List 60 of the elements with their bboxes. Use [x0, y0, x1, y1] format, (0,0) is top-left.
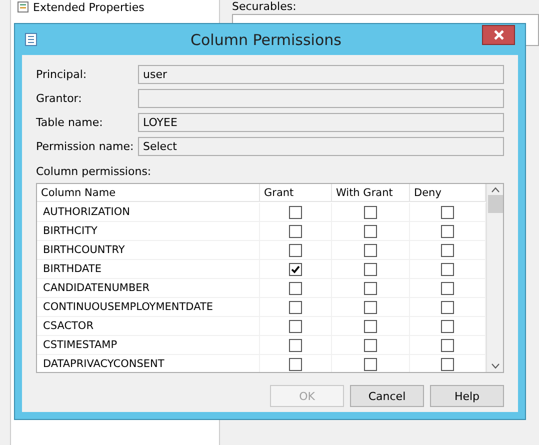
checkbox[interactable]: [441, 206, 454, 218]
read-only-field[interactable]: LOYEE: [138, 113, 504, 132]
checkbox[interactable]: [441, 244, 454, 256]
checkbox[interactable]: [441, 320, 454, 332]
table-cell: BIRTHCITY: [37, 222, 260, 241]
scroll-down-icon[interactable]: [490, 363, 500, 369]
checkbox[interactable]: [364, 206, 377, 218]
checkbox[interactable]: [289, 300, 302, 314]
checkbox[interactable]: [441, 358, 454, 370]
table-cell: CSACTOR: [37, 317, 260, 336]
close-icon: [494, 30, 504, 40]
field-label: Permission name:: [36, 140, 135, 153]
dialog-button[interactable]: Cancel: [350, 385, 424, 407]
checkbox[interactable]: [364, 244, 377, 256]
checkbox[interactable]: [364, 320, 377, 332]
column-header[interactable]: Grant: [260, 184, 332, 202]
table-cell: BIRTHDATE: [37, 260, 260, 279]
table-cell: CONTINUOUSEMPLOYMENTDATE: [37, 298, 260, 317]
checkbox[interactable]: [441, 282, 454, 294]
sidebar-item[interactable]: Extended Properties: [33, 0, 144, 14]
scrollbar[interactable]: [486, 184, 503, 372]
checkbox[interactable]: [441, 262, 454, 276]
checkbox[interactable]: [289, 282, 302, 294]
read-only-field[interactable]: Select: [138, 137, 504, 156]
window-icon: [25, 33, 37, 46]
checkbox[interactable]: [441, 224, 454, 238]
field-label: Principal:: [36, 68, 88, 81]
table-cell: DATAPRIVACYCONSENT: [37, 355, 260, 372]
checkbox[interactable]: [441, 338, 454, 352]
checkbox[interactable]: [364, 262, 377, 276]
dialog-button[interactable]: Help: [430, 385, 504, 407]
read-only-field[interactable]: user: [138, 65, 504, 84]
checkbox[interactable]: [364, 224, 377, 238]
table-cell: AUTHORIZATION: [37, 203, 260, 222]
checkbox[interactable]: [289, 206, 302, 218]
checkbox[interactable]: [289, 338, 302, 352]
close-button[interactable]: [482, 25, 515, 45]
checkbox[interactable]: [364, 358, 377, 370]
checkbox[interactable]: [364, 300, 377, 314]
checkbox[interactable]: [364, 282, 377, 294]
scroll-up-icon[interactable]: [490, 187, 500, 193]
field-label: Table name:: [36, 116, 104, 129]
checkbox[interactable]: [289, 262, 302, 276]
checkbox[interactable]: [364, 338, 377, 352]
table-cell: BIRTHCOUNTRY: [37, 241, 260, 260]
scroll-thumb[interactable]: [488, 195, 502, 213]
table-cell: CSTIMESTAMP: [37, 336, 260, 355]
checkbox[interactable]: [289, 224, 302, 238]
checkbox[interactable]: [289, 244, 302, 256]
window-title: Column Permissions: [190, 30, 342, 48]
field-label: Grantor:: [36, 92, 83, 105]
securables-label: Securables:: [232, 0, 298, 14]
table-cell: CANDIDATENUMBER: [37, 279, 260, 298]
checkbox[interactable]: [289, 320, 302, 332]
read-only-field[interactable]: [138, 89, 504, 108]
column-header[interactable]: With Grant: [332, 184, 410, 202]
checkbox[interactable]: [289, 358, 302, 370]
grid-label: Column permissions:: [36, 165, 152, 178]
column-header[interactable]: Column Name: [37, 184, 260, 202]
checkbox[interactable]: [441, 300, 454, 314]
